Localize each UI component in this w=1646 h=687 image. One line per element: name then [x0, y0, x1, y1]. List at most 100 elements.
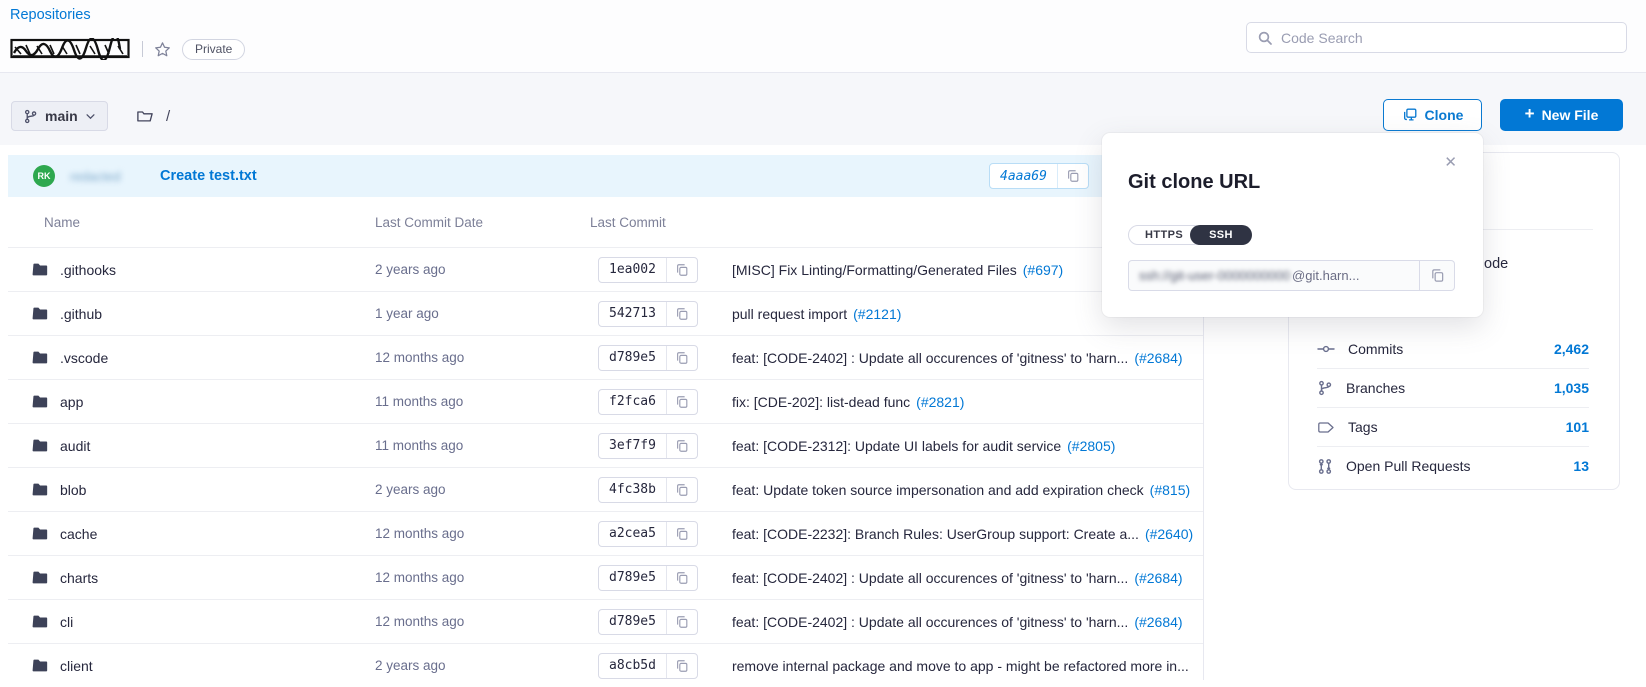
avatar: RK: [33, 165, 55, 187]
git-branch-icon: [23, 109, 38, 124]
commit-hash: a8cb5d: [599, 654, 666, 678]
stat-value: 101: [1566, 419, 1589, 435]
commit-hash-chip[interactable]: d789e5: [598, 565, 698, 591]
pr-link[interactable]: (#2684): [1134, 350, 1182, 366]
stat-branches[interactable]: Branches 1,035: [1317, 368, 1589, 407]
folder-icon: [32, 350, 49, 365]
protocol-ssh-tab[interactable]: SSH: [1190, 225, 1252, 245]
clone-url-group: ssh://git-user-0000000000 @git.harn...: [1128, 260, 1455, 291]
copy-icon[interactable]: [666, 390, 697, 414]
table-row[interactable]: charts 12 months ago d789e5 feat: [CODE-…: [8, 555, 1203, 599]
commit-date: 12 months ago: [375, 350, 590, 365]
folder-icon: [32, 394, 49, 409]
private-badge: Private: [182, 39, 245, 60]
commit-hash-chip[interactable]: a8cb5d: [598, 653, 698, 679]
commit-message: [MISC] Fix Linting/Formatting/Generated …: [732, 262, 1017, 278]
commit-message: feat: [CODE-2402] : Update all occurence…: [732, 614, 1128, 630]
clone-icon: [1402, 107, 1418, 123]
search-input[interactable]: [1281, 30, 1616, 46]
copy-icon[interactable]: [666, 302, 697, 326]
table-row[interactable]: blob 2 years ago 4fc38b feat: Update tok…: [8, 467, 1203, 511]
stat-tags[interactable]: Tags 101: [1317, 407, 1589, 446]
chevron-down-icon: [85, 111, 96, 122]
copy-icon[interactable]: [666, 258, 697, 282]
table-row[interactable]: app 11 months ago f2fca6 fix: [CDE-202]:…: [8, 379, 1203, 423]
table-row[interactable]: .githooks 2 years ago 1ea002 [MISC] Fix …: [8, 247, 1203, 291]
commit-hash-chip[interactable]: 1ea002: [598, 257, 698, 283]
folder-icon: [32, 658, 49, 673]
copy-icon[interactable]: [666, 566, 697, 590]
stat-commits[interactable]: Commits 2,462: [1317, 329, 1589, 368]
table-row[interactable]: client 2 years ago a8cb5d remove interna…: [8, 643, 1203, 687]
copy-icon[interactable]: [666, 478, 697, 502]
copy-icon[interactable]: [666, 346, 697, 370]
path-breadcrumb[interactable]: /: [136, 101, 170, 131]
table-row[interactable]: cache 12 months ago a2cea5 feat: [CODE-2…: [8, 511, 1203, 555]
pr-link[interactable]: (#2684): [1134, 570, 1182, 586]
folder-name: .githooks: [60, 262, 116, 278]
commit-date: 2 years ago: [375, 658, 590, 673]
pr-link[interactable]: (#815): [1150, 482, 1190, 498]
stat-open-pull-requests[interactable]: Open Pull Requests 13: [1317, 446, 1589, 485]
clone-url-redacted: ssh://git-user-0000000000: [1139, 268, 1290, 283]
page-header: Repositories Private: [0, 0, 1646, 73]
new-file-button-label: New File: [1542, 107, 1599, 123]
folder-name: blob: [60, 482, 86, 498]
commit-message: fix: [CDE-202]: list-dead func: [732, 394, 910, 410]
commit-hash-chip[interactable]: d789e5: [598, 609, 698, 635]
branch-selector[interactable]: main: [11, 101, 108, 131]
folder-name: .github: [60, 306, 102, 322]
pr-link[interactable]: (#697): [1023, 262, 1063, 278]
copy-icon[interactable]: [1057, 164, 1088, 188]
folder-icon: [32, 262, 49, 277]
repo-name-redacted: [10, 38, 132, 60]
breadcrumb-repositories[interactable]: Repositories: [10, 7, 91, 23]
close-icon[interactable]: ✕: [1444, 153, 1457, 171]
file-browser: RK redacted Create test.txt 4aaa69 Name …: [8, 155, 1203, 687]
path-root: /: [166, 108, 170, 125]
latest-commit-link[interactable]: Create test.txt: [160, 168, 257, 184]
commit-message: feat: Update token source impersonation …: [732, 482, 1144, 498]
favorite-star-icon[interactable]: [153, 40, 172, 59]
tag-icon: [1317, 420, 1335, 435]
latest-commit-banner: RK redacted Create test.txt 4aaa69: [8, 155, 1203, 197]
commit-hash: 1ea002: [599, 258, 666, 282]
table-row[interactable]: .github 1 year ago 542713 pull request i…: [8, 291, 1203, 335]
pr-link[interactable]: (#2821): [916, 394, 964, 410]
copy-icon[interactable]: [666, 610, 697, 634]
commit-author-redacted: redacted: [70, 169, 132, 184]
popup-title: Git clone URL: [1128, 171, 1260, 194]
commit-hash-chip[interactable]: 542713: [598, 301, 698, 327]
table-row[interactable]: audit 11 months ago 3ef7f9 feat: [CODE-2…: [8, 423, 1203, 467]
commit-hash-chip[interactable]: a2cea5: [598, 521, 698, 547]
commit-hash: f2fca6: [599, 390, 666, 414]
table-header: Name Last Commit Date Last Commit: [8, 197, 1203, 247]
pr-link[interactable]: (#2121): [853, 306, 901, 322]
copy-icon[interactable]: [666, 522, 697, 546]
table-row[interactable]: .vscode 12 months ago d789e5 feat: [CODE…: [8, 335, 1203, 379]
pr-link[interactable]: (#2640): [1145, 526, 1193, 542]
table-row[interactable]: cli 12 months ago d789e5 feat: [CODE-240…: [8, 599, 1203, 643]
stat-label: Commits: [1348, 341, 1403, 357]
commit-date: 11 months ago: [375, 394, 590, 409]
pr-link[interactable]: (#2684): [1134, 614, 1182, 630]
stat-label: Tags: [1348, 419, 1378, 435]
copy-url-button[interactable]: [1420, 260, 1455, 291]
commit-hash-chip[interactable]: d789e5: [598, 345, 698, 371]
new-file-button[interactable]: + New File: [1500, 99, 1623, 131]
commit-hash-chip[interactable]: 3ef7f9: [598, 433, 698, 459]
copy-icon[interactable]: [666, 654, 697, 678]
folder-open-icon: [136, 108, 154, 124]
clone-button[interactable]: Clone: [1383, 99, 1482, 131]
commit-date: 12 months ago: [375, 614, 590, 629]
partially-hidden-text: ode: [1484, 256, 1508, 272]
commit-date: 12 months ago: [375, 526, 590, 541]
commit-hash-chip[interactable]: f2fca6: [598, 389, 698, 415]
pr-link[interactable]: (#2805): [1067, 438, 1115, 454]
commit-hash-chip[interactable]: 4fc38b: [598, 477, 698, 503]
title-divider: [142, 41, 143, 57]
copy-icon[interactable]: [666, 434, 697, 458]
latest-commit-hash-chip[interactable]: 4aaa69: [989, 163, 1089, 189]
folder-name: cli: [60, 614, 73, 630]
clone-url-field[interactable]: ssh://git-user-0000000000 @git.harn...: [1128, 260, 1420, 291]
